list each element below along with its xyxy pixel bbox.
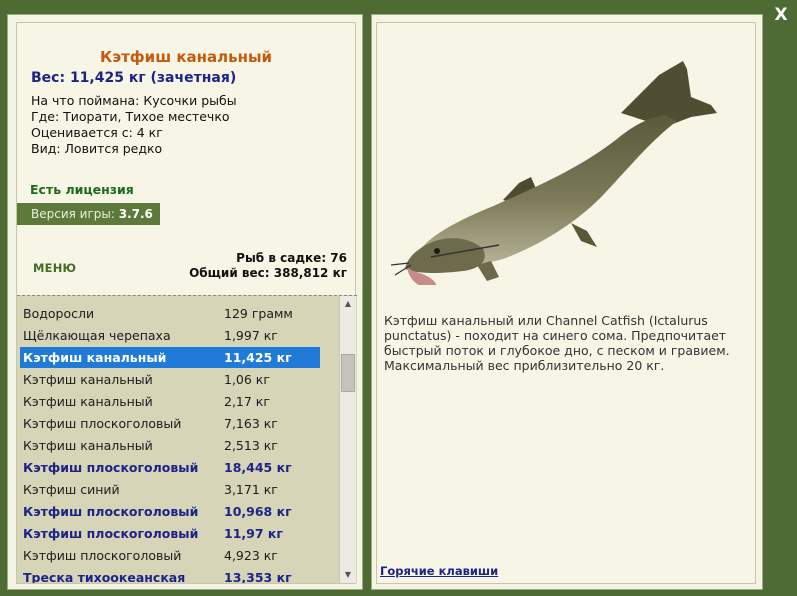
hotkeys-link[interactable]: Горячие клавиши xyxy=(380,564,498,578)
list-item-weight: 13,353 кг xyxy=(224,570,292,583)
list-item-weight: 1,997 кг xyxy=(224,328,278,343)
list-item-name: Кэтфиш канальный xyxy=(23,350,167,365)
list-item-weight: 2,513 кг xyxy=(224,438,278,453)
list-item-weight: 11,97 кг xyxy=(224,526,283,541)
catch-location: Где: Тиорати, Тихое местечко xyxy=(31,109,230,124)
list-item-name: Кэтфиш плоскоголовый xyxy=(23,504,199,519)
list-item-name: Щёлкающая черепаха xyxy=(23,328,171,343)
list-item-name: Кэтфиш плоскоголовый xyxy=(23,416,182,431)
list-item[interactable]: Кэтфиш плоскоголовый 11,97 кг xyxy=(20,523,320,544)
list-item-weight: 1,06 кг xyxy=(224,372,270,387)
rarity: Вид: Ловится редко xyxy=(31,141,163,156)
list-item-weight: 2,17 кг xyxy=(224,394,270,409)
list-item-name: Треска тихоокеанская xyxy=(23,570,186,583)
fish-list: Водоросли 129 грамм Щёлкающая черепаха 1,99… xyxy=(17,295,357,583)
fish-details: На что поймана: Кусочки рыбы Где: Тиорат… xyxy=(31,93,237,157)
catfish-image xyxy=(391,61,717,285)
fish-weight: Вес: 11,425 кг (зачетная) xyxy=(31,70,237,86)
list-item-name: Кэтфиш канальный xyxy=(23,372,153,387)
list-item-name: Водоросли xyxy=(23,306,95,321)
list-item[interactable]: Водоросли 129 грамм xyxy=(20,303,320,324)
list-item-weight: 4,923 кг xyxy=(224,548,278,563)
scroll-up-icon[interactable]: ▲ xyxy=(340,297,356,311)
list-item-weight: 7,163 кг xyxy=(224,416,278,431)
scroll-thumb[interactable] xyxy=(341,354,355,392)
list-item[interactable]: Кэтфиш плоскоголовый 7,163 кг xyxy=(20,413,320,434)
fish-info-panel: Кэтфиш канальный Вес: 11,425 кг (зачетна… xyxy=(16,22,357,584)
list-item-weight: 129 грамм xyxy=(224,306,293,321)
list-item-name: Кэтфиш синий xyxy=(23,482,120,497)
valued-from: Оценивается с: 4 кг xyxy=(31,125,163,140)
fish-title: Кэтфиш канальный xyxy=(99,48,273,66)
list-item[interactable]: Кэтфиш плоскоголовый 4,923 кг xyxy=(20,545,320,566)
license-status: Есть лицензия xyxy=(30,182,134,197)
list-item-weight: 11,425 кг xyxy=(224,350,292,365)
cage-stats: Рыб в садке: 76 Общий вес: 388,812 кг xyxy=(189,251,347,281)
version-bar: Версия игры: 3.7.6 xyxy=(17,203,160,225)
caught-with: На что поймана: Кусочки рыбы xyxy=(31,93,237,108)
list-item-name: Кэтфиш плоскоголовый xyxy=(23,548,182,563)
list-item[interactable]: Щёлкающая черепаха 1,997 кг xyxy=(20,325,320,346)
list-item[interactable]: Кэтфиш канальный 11,425 кг xyxy=(20,347,320,368)
cage-count: Рыб в садке: 76 xyxy=(236,251,347,265)
list-item[interactable]: Кэтфиш канальный 2,513 кг xyxy=(20,435,320,456)
list-item[interactable]: Треска тихоокеанская 13,353 кг xyxy=(20,567,320,583)
list-item[interactable]: Кэтфиш канальный 2,17 кг xyxy=(20,391,320,412)
fish-image-panel: Кэтфиш канальный или Channel Catfish (Ic… xyxy=(376,22,756,584)
list-item[interactable]: Кэтфиш канальный 1,06 кг xyxy=(20,369,320,390)
list-item-name: Кэтфиш плоскоголовый xyxy=(23,526,199,541)
close-button[interactable]: X xyxy=(770,4,792,26)
list-item-weight: 3,171 кг xyxy=(224,482,278,497)
list-item-weight: 10,968 кг xyxy=(224,504,292,519)
list-item-name: Кэтфиш канальный xyxy=(23,438,153,453)
menu-button[interactable]: МЕНЮ xyxy=(33,261,76,275)
version-label: Версия игры: xyxy=(31,207,115,221)
list-item-name: Кэтфиш канальный xyxy=(23,394,153,409)
list-scrollbar[interactable]: ▲ ▼ xyxy=(339,296,356,583)
list-item-name: Кэтфиш плоскоголовый xyxy=(23,460,199,475)
list-item[interactable]: Кэтфиш плоскоголовый 10,968 кг xyxy=(20,501,320,522)
list-item[interactable]: Кэтфиш плоскоголовый 18,445 кг xyxy=(20,457,320,478)
cage-total-weight: Общий вес: 388,812 кг xyxy=(189,266,347,280)
fish-description: Кэтфиш канальный или Channel Catfish (Ic… xyxy=(384,313,730,373)
version-value: 3.7.6 xyxy=(118,207,153,221)
list-item[interactable]: Кэтфиш синий 3,171 кг xyxy=(20,479,320,500)
list-item-weight: 18,445 кг xyxy=(224,460,292,475)
scroll-down-icon[interactable]: ▼ xyxy=(340,568,356,582)
